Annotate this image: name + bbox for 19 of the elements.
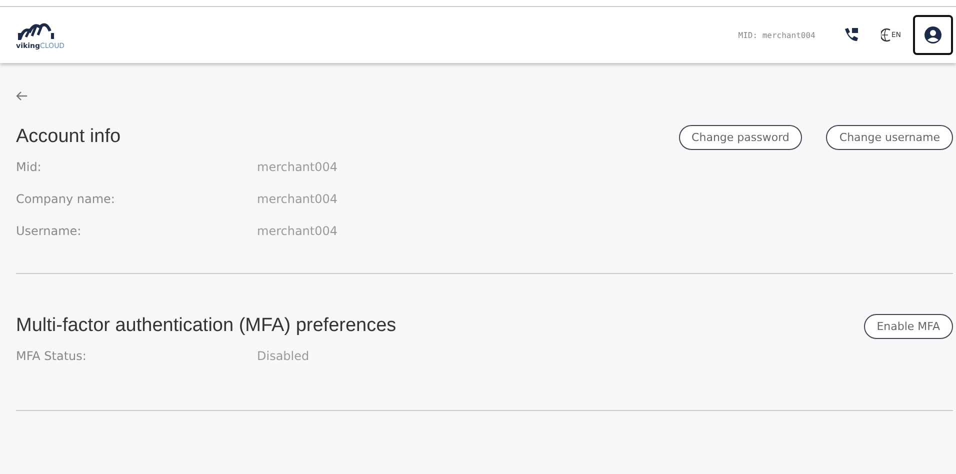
section-title: Multi-factor authentication (MFA) preferences [16, 315, 396, 337]
field-label: Company name: [16, 192, 116, 206]
profile-button[interactable] [913, 15, 953, 55]
section-title: Account info [16, 126, 121, 148]
action-button[interactable]: Enable MFA [864, 314, 953, 338]
field-value: merchant004 [257, 192, 338, 206]
field-label: MFA Status: [16, 349, 88, 363]
field-label: Username: [16, 224, 82, 238]
field-label: Mid: [16, 160, 42, 174]
action-button[interactable]: Change username [826, 124, 953, 150]
field-value: merchant004 [257, 160, 338, 174]
phone-icon[interactable] [843, 27, 860, 43]
field-value: merchant004 [257, 224, 338, 238]
back-arrow-icon[interactable] [16, 91, 28, 101]
logo-icon [16, 20, 56, 40]
merchant-id: MID: merchant004 [738, 30, 816, 40]
action-button[interactable]: Change password [678, 124, 802, 150]
user-icon [924, 26, 942, 44]
field-value: Disabled [257, 349, 310, 363]
